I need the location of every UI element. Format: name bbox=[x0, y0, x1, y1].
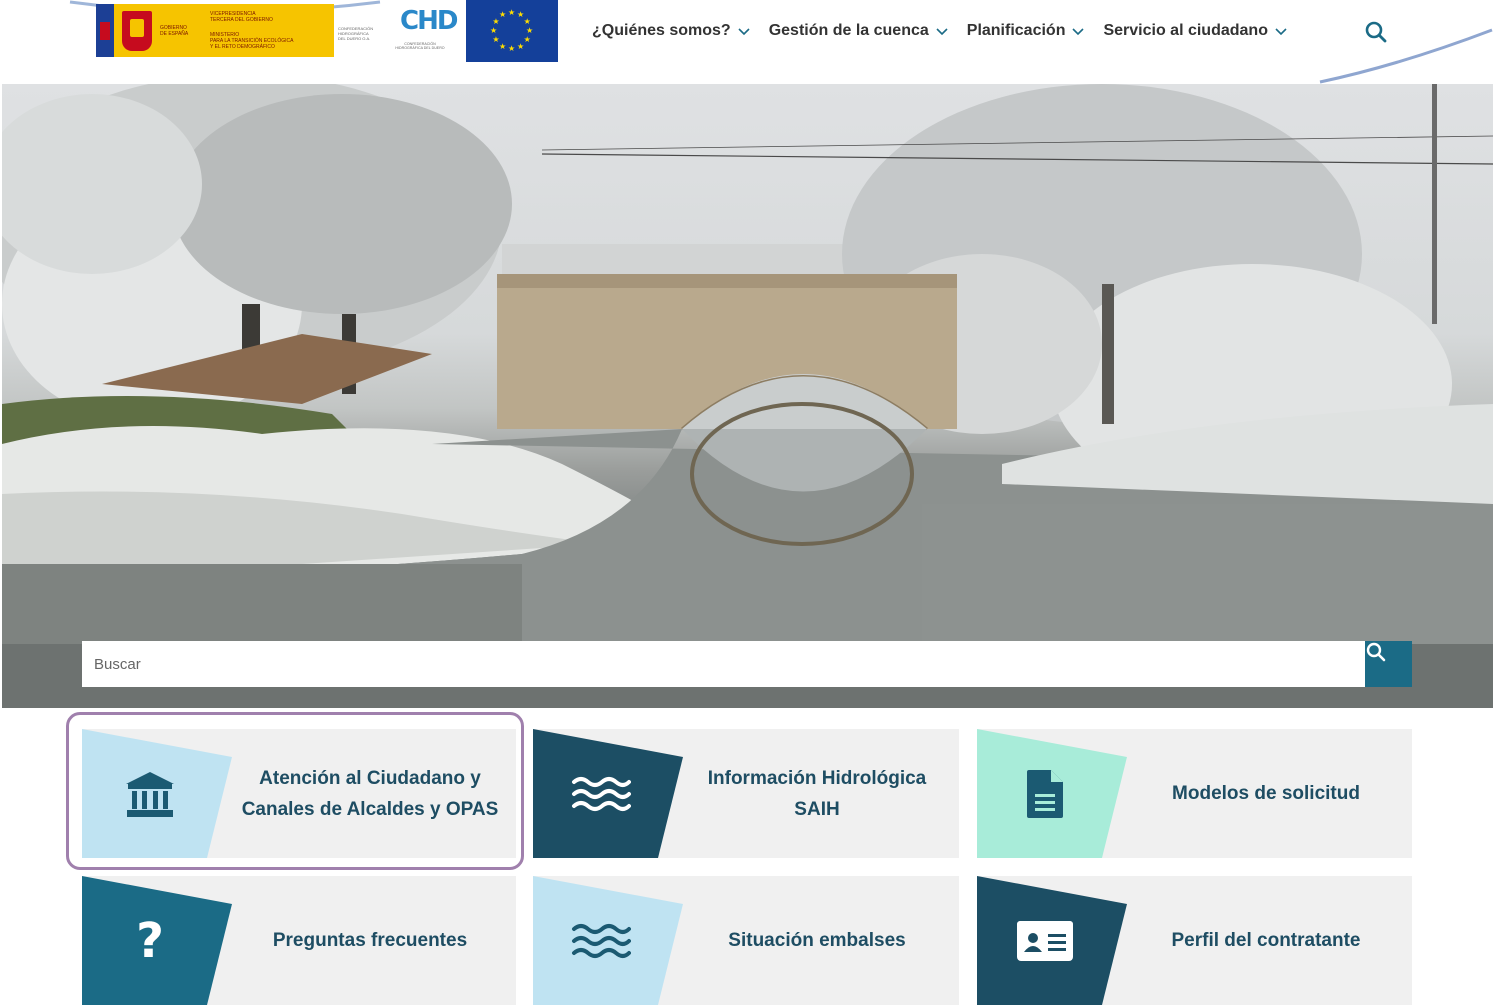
search-icon bbox=[1366, 642, 1386, 662]
tile-atencion-ciudadano[interactable]: Atención al Ciudadano y Canales de Alcal… bbox=[82, 729, 516, 858]
nav-item-quienes-somos[interactable]: ¿Quiénes somos? bbox=[592, 22, 751, 40]
eu-star-icon: ★ bbox=[499, 10, 507, 20]
search-input[interactable] bbox=[82, 641, 1366, 687]
nav-label: Gestión de la cuenca bbox=[768, 22, 929, 39]
gov-ministry-block: VICEPRESIDENCIA TERCERA DEL GOBIERNO MIN… bbox=[210, 5, 318, 56]
chd-org-text: CONFEDERACIÓN HIDROGRÁFICA DEL DUERO O.A… bbox=[338, 26, 374, 41]
nav-item-gestion-cuenca[interactable]: Gestión de la cuenca bbox=[769, 22, 949, 40]
question-icon: ? bbox=[136, 913, 164, 969]
tile-label: Información Hidrológica SAIH bbox=[707, 767, 927, 820]
chevron-down-icon bbox=[1071, 24, 1085, 38]
eu-star-icon: ★ bbox=[523, 17, 531, 26]
chd-logo[interactable]: CONFEDERACIÓN HIDROGRÁFICA DEL DUERO O.A… bbox=[338, 4, 458, 62]
eu-star-icon: ★ bbox=[523, 35, 531, 44]
tile-situacion-embalses[interactable]: Situación embalses bbox=[533, 876, 959, 1005]
header-search-icon[interactable] bbox=[1362, 18, 1390, 46]
eu-star-icon: ★ bbox=[490, 26, 498, 35]
gov-ministry-top-text: VICEPRESIDENCIA TERCERA DEL GOBIERNO bbox=[210, 11, 273, 23]
gov-ministry-text: MINISTERIO PARA LA TRANSICIÓN ECOLÓGICA … bbox=[210, 32, 294, 50]
tile-informacion-hidrologica[interactable]: Información Hidrológica SAIH bbox=[533, 729, 959, 858]
hero-banner bbox=[2, 84, 1493, 708]
tile-label: Situación embalses bbox=[728, 930, 906, 951]
tile-label: Modelos de solicitud bbox=[1172, 783, 1360, 804]
tile-label: Atención al Ciudadano y Canales de Alcal… bbox=[241, 767, 499, 820]
nav-item-planificacion[interactable]: Planificación bbox=[967, 22, 1086, 40]
search-button[interactable] bbox=[1365, 641, 1412, 687]
document-icon bbox=[1015, 769, 1075, 819]
eu-flag-icon: ★ ★ ★ ★ ★ ★ ★ ★ ★ ★ ★ ★ bbox=[466, 0, 558, 62]
waves-icon bbox=[571, 769, 631, 819]
bank-icon bbox=[120, 769, 180, 819]
waves-icon bbox=[571, 916, 631, 966]
chevron-down-icon bbox=[1274, 24, 1288, 38]
eu-star-icon: ★ bbox=[517, 41, 525, 51]
tile-label: Preguntas frecuentes bbox=[272, 930, 468, 951]
gov-country-text: GOBIERNO DE ESPAÑA bbox=[160, 24, 189, 37]
decorative-curve bbox=[1319, 28, 1493, 84]
eu-star-icon: ★ bbox=[492, 35, 500, 44]
nav-label: ¿Quiénes somos? bbox=[592, 22, 731, 39]
eu-star-icon: ★ bbox=[526, 26, 534, 35]
eu-star-icon: ★ bbox=[508, 44, 516, 53]
tile-modelos-solicitud[interactable]: Modelos de solicitud bbox=[977, 729, 1412, 858]
eu-star-icon: ★ bbox=[508, 8, 516, 17]
eu-strip-icon bbox=[96, 4, 114, 57]
coat-of-arms-icon bbox=[122, 10, 152, 51]
hero-image bbox=[2, 84, 1493, 708]
main-nav: ¿Quiénes somos? Gestión de la cuenca Pla… bbox=[592, 19, 1306, 43]
chd-sub-text: CONFEDERACIÓN HIDROGRÁFICA DEL DUERO bbox=[395, 42, 445, 50]
nav-label: Servicio al ciudadano bbox=[1103, 22, 1268, 39]
tile-label: Perfil del contratante bbox=[1171, 930, 1361, 951]
government-logo[interactable]: GOBIERNO DE ESPAÑA VICEPRESIDENCIA TERCE… bbox=[96, 4, 334, 57]
tile-perfil-contratante[interactable]: Perfil del contratante bbox=[977, 876, 1412, 1005]
nav-label: Planificación bbox=[966, 22, 1066, 39]
nav-item-servicio-ciudadano[interactable]: Servicio al ciudadano bbox=[1103, 22, 1288, 40]
site-header: GOBIERNO DE ESPAÑA VICEPRESIDENCIA TERCE… bbox=[0, 0, 1494, 84]
chevron-down-icon bbox=[935, 24, 949, 38]
eu-star-icon: ★ bbox=[499, 41, 507, 51]
chevron-down-icon bbox=[737, 24, 751, 38]
tile-preguntas-frecuentes[interactable]: ? Preguntas frecuentes bbox=[82, 876, 516, 1005]
chd-mark: CHD bbox=[400, 6, 458, 36]
id-card-icon bbox=[1015, 916, 1075, 966]
